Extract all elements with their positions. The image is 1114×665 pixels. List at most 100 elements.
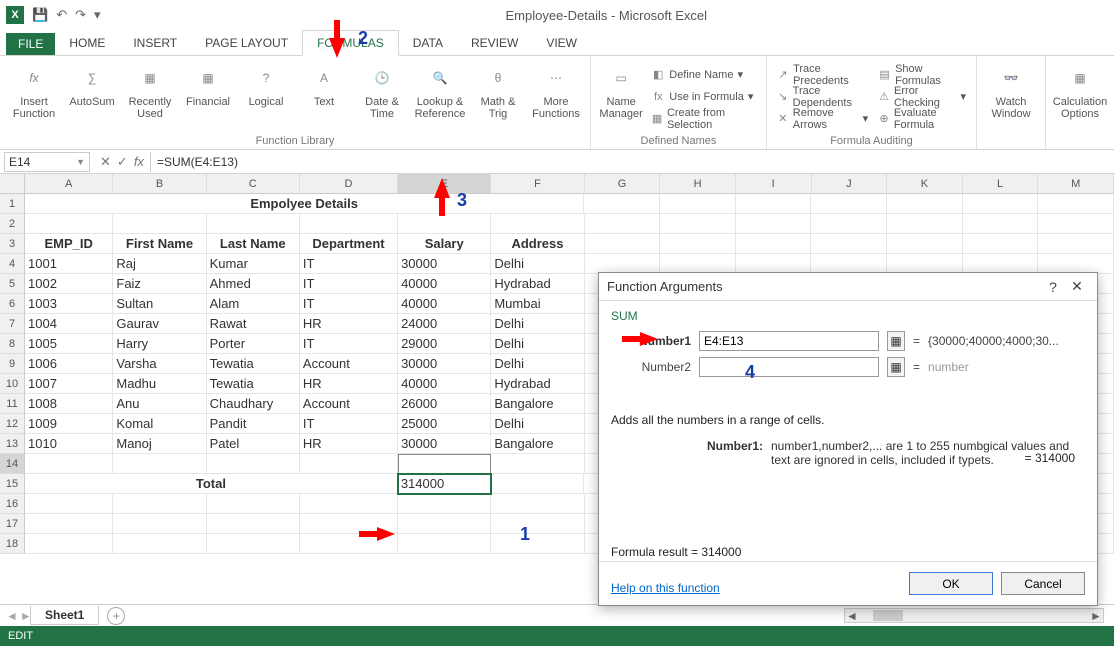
row-header-2[interactable]: 2 bbox=[0, 214, 25, 234]
row-header-10[interactable]: 10 bbox=[0, 374, 25, 394]
cell[interactable] bbox=[963, 194, 1039, 214]
error-checking-button[interactable]: ⚠Error Checking ▾ bbox=[874, 87, 970, 107]
recently-used-button[interactable]: ▦Recently Used bbox=[122, 60, 178, 133]
cell-salary[interactable]: 26000 bbox=[398, 394, 491, 414]
name-box[interactable]: E14▼ bbox=[4, 152, 90, 172]
row-header-9[interactable]: 9 bbox=[0, 354, 25, 374]
cell-address[interactable]: Delhi bbox=[491, 334, 584, 354]
cell[interactable] bbox=[300, 494, 398, 514]
cell-salary[interactable]: 40000 bbox=[398, 274, 491, 294]
cell[interactable] bbox=[811, 194, 887, 214]
cell-department[interactable]: HR bbox=[300, 374, 398, 394]
cell-empid[interactable]: 1010 bbox=[25, 434, 113, 454]
text-button[interactable]: AText bbox=[296, 60, 352, 133]
autosum-button[interactable]: ∑AutoSum bbox=[64, 60, 120, 133]
cell-address[interactable]: Delhi bbox=[491, 414, 584, 434]
qa-save-icon[interactable]: 💾 bbox=[32, 7, 48, 23]
cell[interactable] bbox=[207, 494, 300, 514]
cell-firstname[interactable]: Raj bbox=[113, 254, 206, 274]
cell[interactable] bbox=[300, 514, 398, 534]
cell-lastname[interactable]: Alam bbox=[207, 294, 300, 314]
cell[interactable] bbox=[660, 214, 736, 234]
cell-lastname[interactable]: Rawat bbox=[207, 314, 300, 334]
cell-department[interactable]: IT bbox=[300, 274, 398, 294]
cell[interactable] bbox=[811, 234, 887, 254]
cell[interactable] bbox=[585, 214, 661, 234]
math-trig-button[interactable]: θMath & Trig bbox=[470, 60, 526, 133]
header-firstname[interactable]: First Name bbox=[113, 234, 206, 254]
cell[interactable] bbox=[300, 454, 398, 474]
cell-address[interactable]: Mumbai bbox=[491, 294, 584, 314]
logical-button[interactable]: ?Logical bbox=[238, 60, 294, 133]
tab-file[interactable]: FILE bbox=[6, 33, 55, 55]
cell[interactable] bbox=[113, 214, 206, 234]
cell[interactable] bbox=[736, 254, 812, 274]
tab-data[interactable]: DATA bbox=[399, 31, 457, 55]
cell-address[interactable]: Delhi bbox=[491, 254, 584, 274]
cell-salary[interactable]: 30000 bbox=[398, 254, 491, 274]
insert-function-button[interactable]: fxInsert Function bbox=[6, 60, 62, 133]
cell-firstname[interactable]: Manoj bbox=[113, 434, 206, 454]
trace-dependents-button[interactable]: ↘Trace Dependents bbox=[773, 87, 872, 107]
cell-lastname[interactable]: Pandit bbox=[207, 414, 300, 434]
sheet-tab-sheet1[interactable]: Sheet1 bbox=[30, 606, 99, 625]
cell[interactable] bbox=[660, 254, 736, 274]
row-header-1[interactable]: 1 bbox=[0, 194, 25, 214]
cell[interactable] bbox=[887, 234, 963, 254]
cell-salary[interactable]: 40000 bbox=[398, 374, 491, 394]
trace-precedents-button[interactable]: ↗Trace Precedents bbox=[773, 65, 872, 85]
header-empid[interactable]: EMP_ID bbox=[25, 234, 113, 254]
cell-address[interactable]: Delhi bbox=[491, 354, 584, 374]
arg2-input[interactable] bbox=[699, 357, 879, 377]
cell-address[interactable]: Bangalore bbox=[491, 394, 584, 414]
header-lastname[interactable]: Last Name bbox=[207, 234, 300, 254]
cell-lastname[interactable]: Tewatia bbox=[207, 354, 300, 374]
col-header-I[interactable]: I bbox=[736, 174, 812, 194]
row-header-13[interactable]: 13 bbox=[0, 434, 25, 454]
horizontal-scrollbar[interactable]: ◄► bbox=[844, 608, 1104, 623]
cell[interactable] bbox=[736, 194, 812, 214]
insert-function-icon[interactable]: fx bbox=[134, 154, 144, 170]
cell[interactable] bbox=[811, 214, 887, 234]
cell-address[interactable]: Bangalore bbox=[491, 434, 584, 454]
row-header-18[interactable]: 18 bbox=[0, 534, 25, 554]
cell[interactable] bbox=[113, 514, 206, 534]
col-header-C[interactable]: C bbox=[207, 174, 300, 194]
cell[interactable] bbox=[1038, 254, 1114, 274]
cell[interactable] bbox=[207, 214, 300, 234]
arg2-range-picker-icon[interactable]: ▦ bbox=[887, 357, 905, 377]
dialog-help-icon[interactable]: ? bbox=[1041, 279, 1065, 295]
row-header-17[interactable]: 17 bbox=[0, 514, 25, 534]
cell-empid[interactable]: 1003 bbox=[25, 294, 113, 314]
cell[interactable] bbox=[887, 214, 963, 234]
cell[interactable] bbox=[300, 214, 398, 234]
row-header-8[interactable]: 8 bbox=[0, 334, 25, 354]
cell-salary[interactable]: 30000 bbox=[398, 434, 491, 454]
cell[interactable] bbox=[1038, 234, 1114, 254]
cell[interactable] bbox=[398, 514, 491, 534]
col-header-K[interactable]: K bbox=[887, 174, 963, 194]
evaluate-formula-button[interactable]: ⊕Evaluate Formula bbox=[874, 109, 970, 129]
date-time-button[interactable]: 🕒Date & Time bbox=[354, 60, 410, 133]
col-header-H[interactable]: H bbox=[660, 174, 736, 194]
row-header-12[interactable]: 12 bbox=[0, 414, 25, 434]
cell[interactable] bbox=[811, 254, 887, 274]
cell-salary[interactable]: 24000 bbox=[398, 314, 491, 334]
cell-firstname[interactable]: Gaurav bbox=[113, 314, 206, 334]
cell[interactable] bbox=[585, 254, 661, 274]
cell[interactable] bbox=[660, 234, 736, 254]
select-all-corner[interactable] bbox=[0, 174, 25, 194]
cell-salary[interactable]: 30000 bbox=[398, 354, 491, 374]
col-header-L[interactable]: L bbox=[963, 174, 1039, 194]
more-functions-button[interactable]: ⋯More Functions bbox=[528, 60, 584, 133]
cell[interactable] bbox=[25, 534, 113, 554]
cell-lastname[interactable]: Chaudhary bbox=[207, 394, 300, 414]
col-header-B[interactable]: B bbox=[113, 174, 206, 194]
col-header-F[interactable]: F bbox=[491, 174, 584, 194]
cell-empid[interactable]: 1007 bbox=[25, 374, 113, 394]
ok-button[interactable]: OK bbox=[909, 572, 993, 595]
name-manager-button[interactable]: ▭Name Manager bbox=[597, 60, 645, 133]
show-formulas-button[interactable]: ▤Show Formulas bbox=[874, 65, 970, 85]
cell-empid[interactable]: 1004 bbox=[25, 314, 113, 334]
cell-firstname[interactable]: Sultan bbox=[113, 294, 206, 314]
